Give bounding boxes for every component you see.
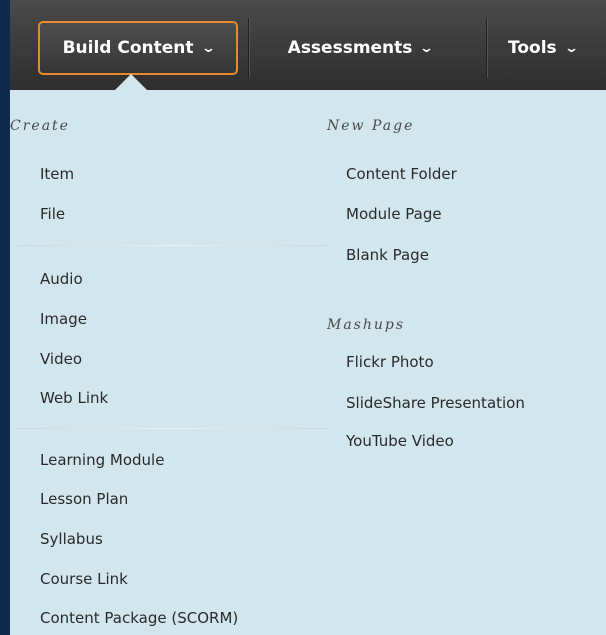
menu-item-video[interactable]: Video bbox=[40, 350, 82, 368]
chevron-down-icon: ⌄ bbox=[563, 40, 579, 56]
menu-item-content-package[interactable]: Content Package (SCORM) bbox=[40, 609, 238, 627]
build-content-dropdown: Create Item File Audio Image Video Web L… bbox=[10, 90, 606, 635]
menu-item-slideshare[interactable]: SlideShare Presentation bbox=[346, 394, 525, 412]
assessments-label: Assessments bbox=[287, 38, 413, 58]
menu-item-course-link[interactable]: Course Link bbox=[40, 570, 128, 588]
chevron-down-icon: ⌄ bbox=[419, 40, 435, 56]
menu-item-lesson-plan[interactable]: Lesson Plan bbox=[40, 490, 128, 508]
left-border bbox=[0, 0, 10, 635]
menu-item-flickr-photo[interactable]: Flickr Photo bbox=[346, 353, 434, 371]
menu-item-syllabus[interactable]: Syllabus bbox=[40, 530, 103, 548]
menu-item-youtube-video[interactable]: YouTube Video bbox=[346, 432, 454, 450]
mashups-heading: Mashups bbox=[327, 317, 406, 333]
chevron-down-icon: ⌄ bbox=[200, 40, 216, 56]
menu-item-content-folder[interactable]: Content Folder bbox=[346, 165, 457, 183]
build-content-button[interactable]: Build Content ⌄ bbox=[38, 21, 238, 75]
menu-item-module-page[interactable]: Module Page bbox=[346, 205, 442, 223]
menu-item-web-link[interactable]: Web Link bbox=[40, 389, 108, 407]
toolbar-separator bbox=[486, 18, 487, 78]
assessments-button[interactable]: Assessments ⌄ bbox=[250, 21, 470, 75]
content-toolbar: Build Content ⌄ Assessments ⌄ Tools ⌄ bbox=[10, 0, 606, 90]
menu-divider bbox=[18, 428, 328, 429]
course-menu-screenshot: Build Content ⌄ Assessments ⌄ Tools ⌄ Cr… bbox=[0, 0, 606, 635]
menu-item-item[interactable]: Item bbox=[40, 165, 74, 183]
create-heading: Create bbox=[10, 118, 70, 134]
menu-item-blank-page[interactable]: Blank Page bbox=[346, 246, 429, 264]
new-page-heading: New Page bbox=[327, 118, 415, 134]
menu-item-image[interactable]: Image bbox=[40, 310, 87, 328]
tools-button[interactable]: Tools ⌄ bbox=[490, 21, 606, 75]
menu-divider bbox=[18, 245, 328, 246]
dropdown-pointer bbox=[115, 74, 147, 90]
build-content-label: Build Content bbox=[62, 38, 194, 58]
menu-item-learning-module[interactable]: Learning Module bbox=[40, 451, 164, 469]
menu-item-audio[interactable]: Audio bbox=[40, 270, 83, 288]
tools-label: Tools bbox=[508, 38, 557, 58]
menu-item-file[interactable]: File bbox=[40, 205, 65, 223]
toolbar-separator bbox=[248, 18, 249, 78]
